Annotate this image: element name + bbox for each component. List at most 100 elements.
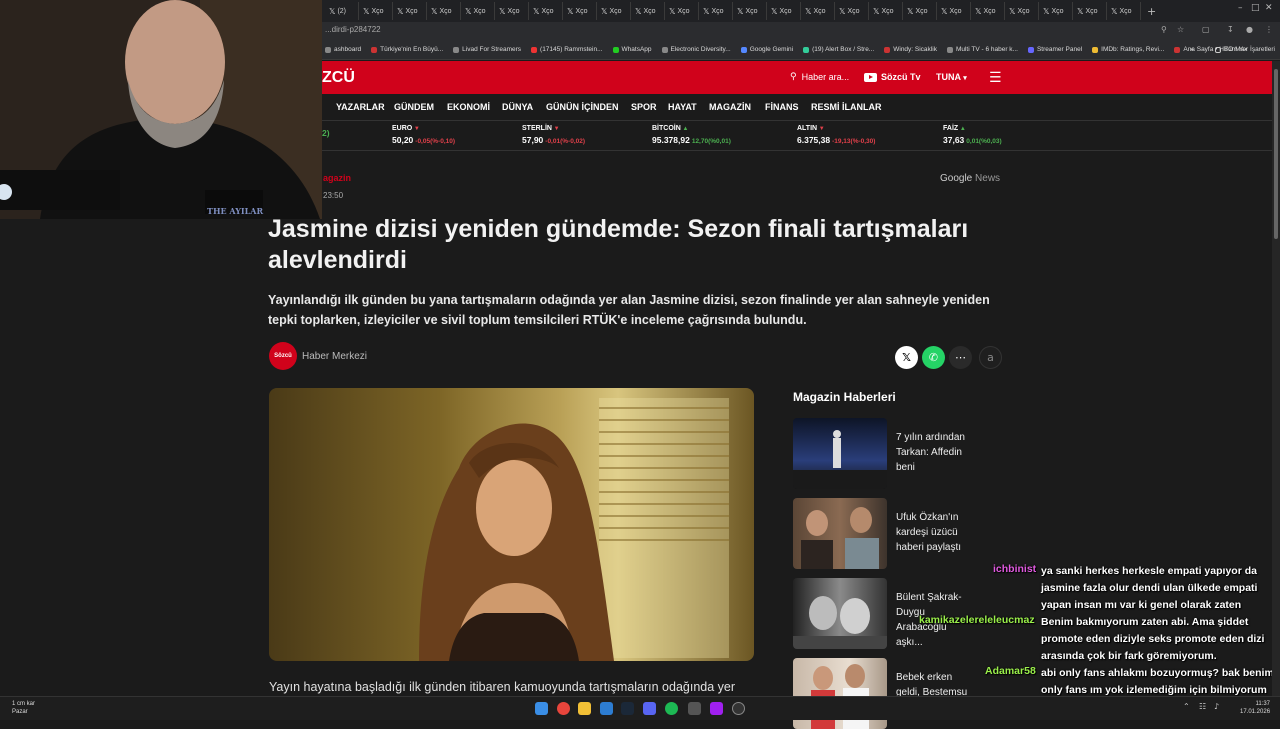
network-icon[interactable]: ☷ bbox=[1199, 702, 1206, 711]
nav-item[interactable]: GÜNÜN İÇİNDEN bbox=[546, 102, 619, 112]
sozcu-tv-link[interactable]: Sözcü Tv bbox=[864, 72, 921, 82]
browser-tab[interactable]: 𝕏 Xço bbox=[1073, 2, 1107, 20]
browser-tab[interactable]: 𝕏 Xço bbox=[563, 2, 597, 20]
more-icon[interactable]: ⋮ bbox=[1265, 25, 1273, 34]
nav-item[interactable]: DÜNYA bbox=[502, 102, 533, 112]
site-logo[interactable]: ZCÜ bbox=[322, 69, 355, 87]
browser-tab[interactable]: 𝕏 Xço bbox=[1005, 2, 1039, 20]
weather-widget[interactable]: 1 cm kar Pazar bbox=[12, 700, 35, 716]
all-bookmarks[interactable]: Tüm Yer İşaretleri bbox=[1215, 46, 1275, 53]
bookmark-item[interactable]: Türkiye'nin En Büyü... bbox=[371, 46, 443, 53]
app-icon[interactable] bbox=[688, 702, 701, 715]
browser-tab[interactable]: 𝕏 Xço bbox=[835, 2, 869, 20]
ticker-item[interactable]: EURO ▼ 50,20 -0,05(%-0,10) bbox=[392, 125, 455, 145]
download-icon[interactable]: ↧ bbox=[1227, 25, 1234, 34]
nav-item[interactable]: YAZARLAR bbox=[336, 102, 385, 112]
browser-tab[interactable]: 𝕏 Xço bbox=[767, 2, 801, 20]
scrollbar-thumb[interactable] bbox=[1274, 69, 1278, 239]
ticker-item[interactable]: BİTCOİN ▲ 95.378,92 12,70(%0,01) bbox=[652, 125, 731, 145]
edge-icon[interactable] bbox=[600, 702, 613, 715]
bookmark-item[interactable]: IMDb: Ratings, Revi... bbox=[1092, 46, 1164, 53]
browser-tab[interactable]: 𝕏 Xço bbox=[393, 2, 427, 20]
bookmark-item[interactable]: Windy: Sicaklik bbox=[884, 46, 937, 53]
star-icon[interactable]: ☆ bbox=[1177, 25, 1184, 34]
hamburger-menu-icon[interactable]: ☰ bbox=[989, 70, 1002, 86]
browser-tab[interactable]: 𝕏 Xço bbox=[937, 2, 971, 20]
nav-item[interactable]: EKONOMİ bbox=[447, 102, 490, 112]
search-button[interactable]: ⚲ Haber ara... bbox=[790, 72, 849, 82]
sidebar-news-item[interactable]: 7 yılın ardından Tarkan: Affedin beni bbox=[793, 418, 979, 489]
category-label[interactable]: agazin bbox=[323, 173, 351, 183]
browser-tab[interactable]: 𝕏 Xço bbox=[597, 2, 631, 20]
nav-item[interactable]: SPOR bbox=[631, 102, 657, 112]
discord-icon[interactable] bbox=[643, 702, 656, 715]
bookmark-item[interactable]: (19) Alert Box / Stre... bbox=[803, 46, 874, 53]
browser-tab[interactable]: 𝕏 Xço bbox=[359, 2, 393, 20]
author-name[interactable]: Haber Merkezi bbox=[302, 351, 367, 362]
browser-tab[interactable]: 𝕏 Xço bbox=[699, 2, 733, 20]
new-tab-icon[interactable]: + bbox=[1147, 5, 1156, 18]
url-field[interactable]: ...dirdi-p284722 bbox=[325, 25, 381, 34]
spotify-icon[interactable] bbox=[665, 702, 678, 715]
steam-icon[interactable] bbox=[621, 702, 634, 715]
folder-icon[interactable] bbox=[578, 702, 591, 715]
nav-item[interactable]: GÜNDEM bbox=[394, 102, 434, 112]
chat-username[interactable]: kamikazelereleleucmaz bbox=[919, 614, 1035, 626]
tray-chevron-icon[interactable]: ⌃ bbox=[1183, 702, 1190, 711]
ticker-item[interactable]: STERLİN ▼ 57,90 -0,01(%-0,02) bbox=[522, 125, 585, 145]
browser-tab[interactable]: 𝕏 Xço bbox=[495, 2, 529, 20]
chat-username[interactable]: ichbinist bbox=[993, 563, 1036, 575]
more-share-icon[interactable]: ⋯ bbox=[949, 346, 972, 369]
volume-icon[interactable]: ♪ bbox=[1214, 702, 1219, 711]
nav-item[interactable]: MAGAZİN bbox=[709, 102, 751, 112]
minimize-icon[interactable]: – bbox=[1238, 3, 1243, 13]
ticker-item[interactable]: ALTIN ▼ 6.375,38 -19,13(%-0,30) bbox=[797, 125, 875, 145]
start-icon[interactable] bbox=[535, 702, 548, 715]
bookmark-item[interactable]: Google Gemini bbox=[740, 46, 793, 53]
browser-tab[interactable]: 𝕏 Xço bbox=[427, 2, 461, 20]
chevron-right-icon[interactable]: » bbox=[1190, 46, 1194, 53]
browser-tab[interactable]: 𝕏 Xço bbox=[1107, 2, 1141, 20]
browser-tab[interactable]: 𝕏 Xço bbox=[971, 2, 1005, 20]
author-avatar[interactable]: Sözcü bbox=[269, 342, 297, 370]
browser-tab[interactable]: 𝕏 (2) bbox=[325, 2, 359, 20]
nav-item[interactable]: RESMİ İLANLAR bbox=[811, 102, 882, 112]
browser-tab[interactable]: 𝕏 Xço bbox=[1039, 2, 1073, 20]
nav-item[interactable]: FİNANS bbox=[765, 102, 799, 112]
browser-tab[interactable]: 𝕏 Xço bbox=[665, 2, 699, 20]
browser-tab[interactable]: 𝕏 Xço bbox=[801, 2, 835, 20]
bookmark-item[interactable]: Electronic Diversity... bbox=[661, 46, 731, 53]
extensions-icon[interactable]: ▢ bbox=[1202, 25, 1210, 34]
article-image[interactable] bbox=[269, 388, 754, 661]
x-share-icon[interactable]: 𝕏 bbox=[895, 346, 918, 369]
profile-icon[interactable]: ● bbox=[1246, 25, 1253, 34]
google-news-link[interactable]: Google News bbox=[940, 173, 1000, 184]
browser-tab[interactable]: 𝕏 Xço bbox=[903, 2, 937, 20]
bookmark-item[interactable]: Multi TV - 6 haber k... bbox=[946, 46, 1018, 53]
page-scrollbar[interactable] bbox=[1272, 61, 1280, 696]
browser-tab[interactable]: 𝕏 Xço bbox=[733, 2, 767, 20]
ticker-item[interactable]: FAİZ ▲ 37,63 0,01(%0,03) bbox=[943, 125, 1002, 145]
sidebar-news-item[interactable]: Ufuk Özkan'ın kardeşi üzücü haberi payla… bbox=[793, 498, 979, 569]
chrome-icon[interactable] bbox=[557, 702, 570, 715]
font-size-icon[interactable]: a bbox=[979, 346, 1002, 369]
maximize-icon[interactable]: □ bbox=[1251, 3, 1260, 13]
browser-tab[interactable]: 𝕏 Xço bbox=[529, 2, 563, 20]
browser-tab[interactable]: 𝕏 Xço bbox=[461, 2, 495, 20]
bookmark-item[interactable]: (17145) Rammstein... bbox=[531, 46, 603, 53]
ticker-item[interactable]: 2) bbox=[322, 125, 332, 138]
bookmark-item[interactable]: ashboard bbox=[325, 46, 361, 53]
whatsapp-share-icon[interactable]: ✆ bbox=[922, 346, 945, 369]
browser-tab[interactable]: 𝕏 Xço bbox=[869, 2, 903, 20]
nav-item[interactable]: HAYAT bbox=[668, 102, 697, 112]
chat-username[interactable]: Adamar58 bbox=[985, 665, 1036, 677]
system-clock[interactable]: 11:37 17.01.2026 bbox=[1240, 700, 1270, 716]
obs-icon[interactable] bbox=[732, 702, 745, 715]
browser-tab[interactable]: 𝕏 Xço bbox=[631, 2, 665, 20]
close-icon[interactable]: ✕ bbox=[1265, 3, 1273, 13]
bookmark-item[interactable]: Livad For Streamers bbox=[453, 46, 521, 53]
user-menu[interactable]: TUNA ▾ bbox=[936, 72, 967, 82]
zoom-icon[interactable]: ⚲ bbox=[1161, 25, 1167, 34]
app-icon[interactable] bbox=[710, 702, 723, 715]
bookmark-item[interactable]: Streamer Panel bbox=[1027, 46, 1082, 53]
